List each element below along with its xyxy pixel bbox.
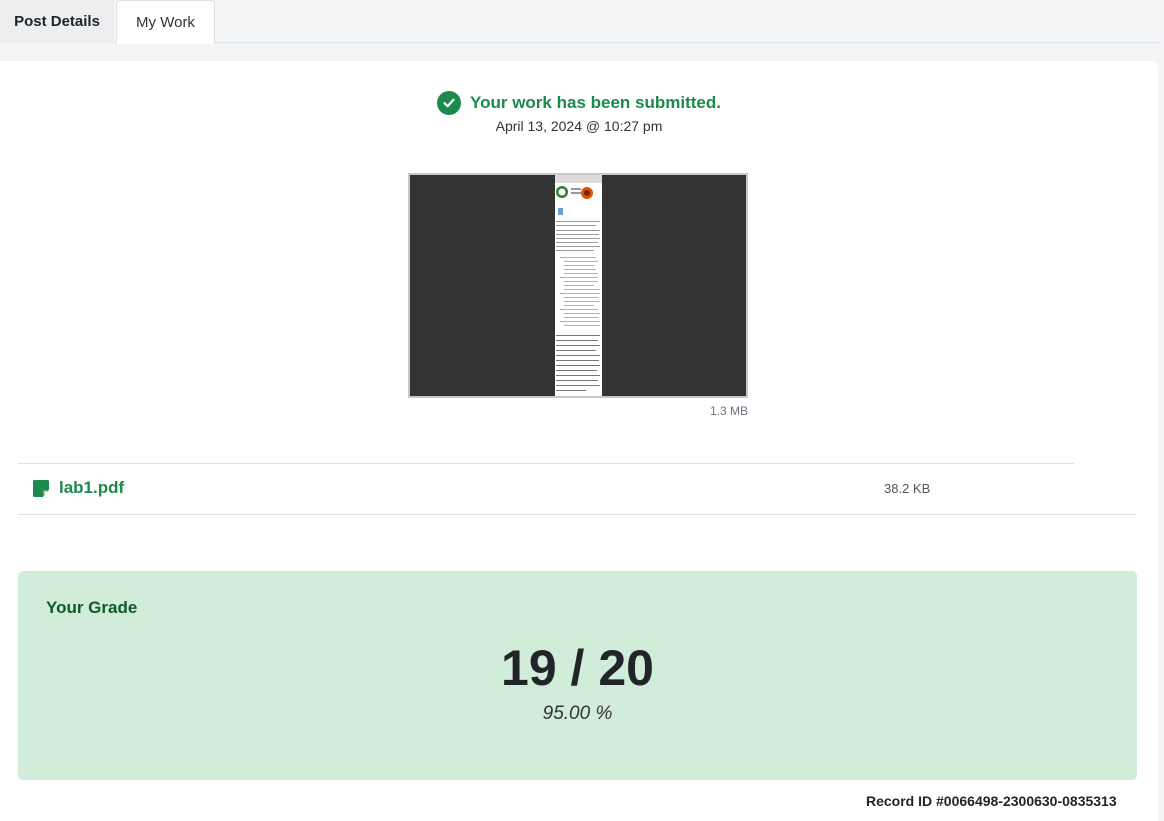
page-content-sketch xyxy=(555,175,602,391)
preview-file-size: 1.3 MB xyxy=(709,404,748,418)
tab-my-work[interactable]: My Work xyxy=(116,0,215,44)
preview-page-thumbnail xyxy=(555,175,602,396)
divider xyxy=(18,463,1074,464)
grade-card: Your Grade 19 / 20 95.00 % xyxy=(18,571,1137,780)
attachment-row[interactable]: lab1.pdf xyxy=(33,475,124,501)
tab-post-details[interactable]: Post Details xyxy=(0,0,114,43)
divider xyxy=(18,514,1137,515)
submission-status-text: Your work has been submitted. xyxy=(470,93,721,112)
tab-bar: Post Details My Work xyxy=(0,0,1160,44)
grade-score: 19 / 20 xyxy=(501,640,654,696)
scrollbar-track xyxy=(1160,0,1164,807)
attachment-file-size: 38.2 KB xyxy=(884,481,931,496)
check-circle-icon xyxy=(437,91,462,115)
grade-label: Your Grade xyxy=(46,598,138,617)
grade-percent: 95.00 % xyxy=(542,703,613,724)
document-icon xyxy=(33,479,49,497)
attachment-file-link[interactable]: lab1.pdf xyxy=(59,478,124,498)
submission-status: Your work has been submitted. xyxy=(0,91,1158,115)
submission-date: April 13, 2024 @ 10:27 pm xyxy=(495,118,663,134)
my-work-panel: Your work has been submitted. April 13, … xyxy=(0,61,1158,821)
document-preview[interactable] xyxy=(408,173,748,398)
